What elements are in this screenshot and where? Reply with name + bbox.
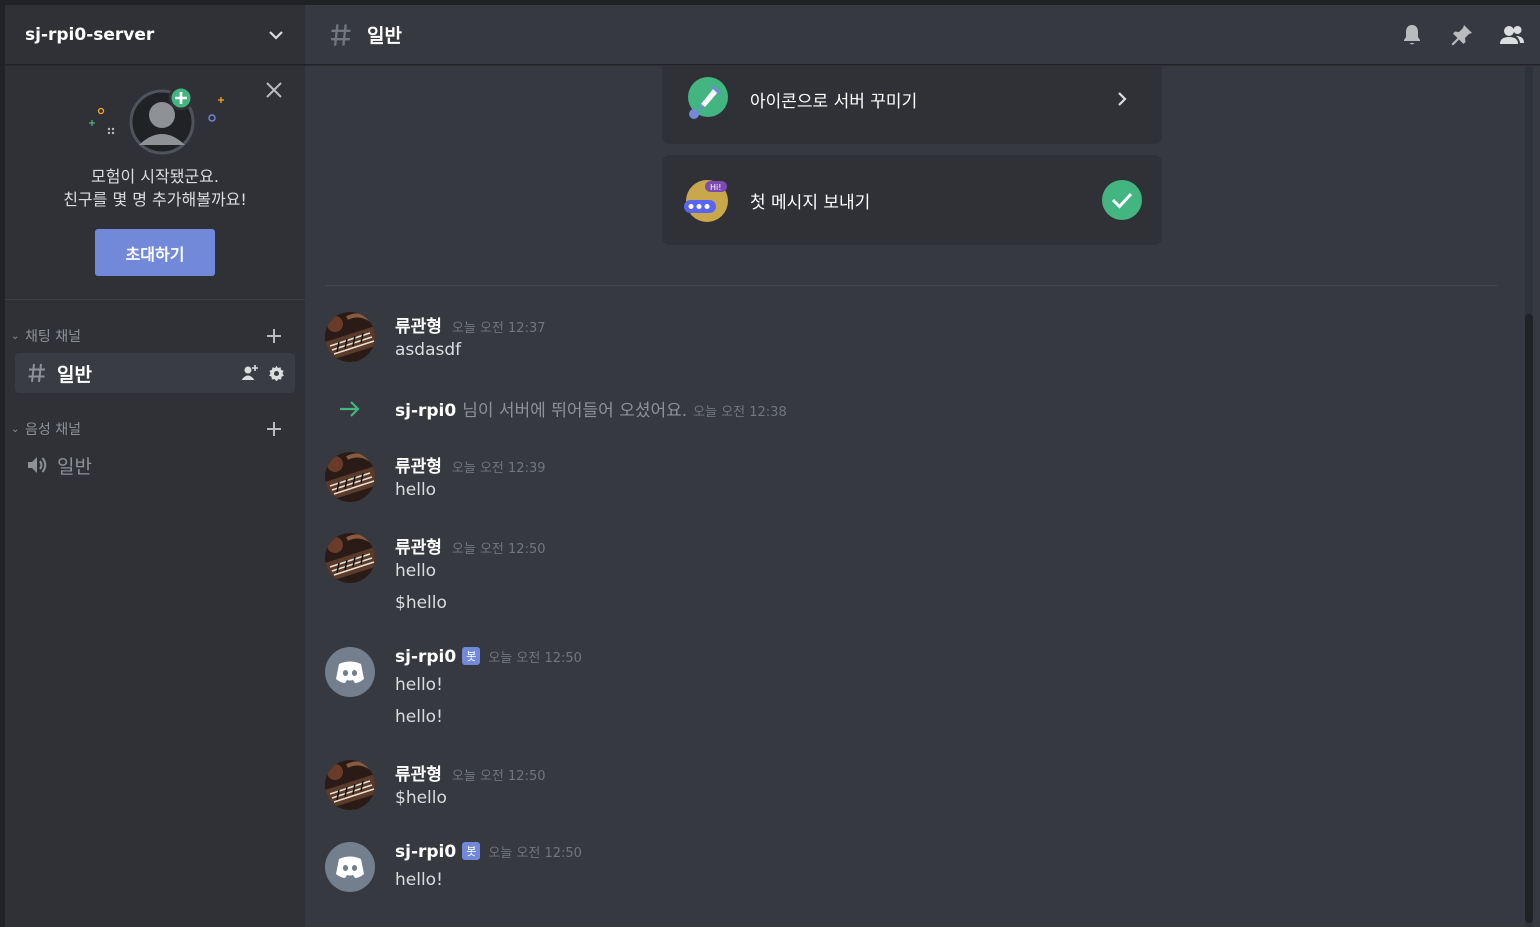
author-name[interactable]: sj-rpi0 [395,842,456,862]
channel-tools [241,353,285,393]
avatar[interactable] [325,312,375,362]
invite-line-1: 모험이 시작됐군요. [91,167,219,186]
add-member-icon[interactable] [241,364,259,382]
onboarding-label: 첫 메시지 보내기 [750,192,871,213]
paintbrush-icon [684,76,730,122]
timestamp: 오늘 오전 12:39 [451,461,546,476]
author-name[interactable]: 류관형 [395,312,442,337]
invite-button[interactable]: 초대하기 [95,229,215,276]
author-name[interactable]: 류관형 [395,452,442,477]
author-name[interactable]: 류관형 [395,533,442,558]
avatar[interactable] [325,760,375,810]
author-name[interactable]: 류관형 [395,760,442,785]
invite-illustration [75,85,235,155]
message-text: hello! [395,675,443,695]
svg-text:Hi!: Hi! [710,183,721,192]
invite-message: 모험이 시작됐군요. 친구를 몇 명 추가해볼까요! [5,165,305,211]
message-feed[interactable]: 아이콘으로 서버 꾸미기 Hi! 첫 메시지 보내기 류관형 오늘 오전 12:… [305,66,1540,927]
channel-text-general[interactable]: 일반 [15,353,295,393]
channel-title: 일반 [367,25,402,47]
avatar[interactable] [325,647,375,697]
scrollbar[interactable] [1525,66,1533,927]
channel-voice-general[interactable]: 일반 [15,445,295,485]
message-text: hello [395,561,437,581]
timestamp: 오늘 오전 12:50 [451,542,546,557]
join-text: sj-rpi0 님이 서버에 뛰어들어 오셨어요. 오늘 오전 12:38 [395,396,787,421]
message-header: 류관형 오늘 오전 12:37 [395,312,546,337]
close-icon[interactable] [263,79,285,101]
channel-sidebar: sj-rpi0-server 모험이 시작됐군요. 친구를 몇 명 추가해볼까요… [5,5,305,927]
onboarding-label: 아이콘으로 서버 꾸미기 [750,91,918,112]
timestamp: 오늘 오전 12:50 [488,651,582,666]
chevron-down-icon: ⌄ [11,330,20,342]
invite-line-2: 친구를 몇 명 추가해볼까요! [63,190,247,209]
category-voice-channels[interactable]: ⌄ 음성 채널 [5,417,305,441]
author-name[interactable]: sj-rpi0 [395,647,456,667]
bot-tag: 봇 [462,842,481,860]
section-divider [325,285,1498,286]
header-toolbar [1398,5,1526,65]
message-text: hello [395,480,437,500]
join-message: 님이 서버에 뛰어들어 오셨어요. [462,401,688,421]
message-header: 류관형 오늘 오전 12:50 [395,760,546,785]
join-username[interactable]: sj-rpi0 [395,401,456,421]
message-text: hello! [395,707,443,727]
timestamp: 오늘 오전 12:50 [451,769,546,784]
avatar[interactable] [325,452,375,502]
server-header[interactable]: sj-rpi0-server [5,5,305,65]
checkmark-icon [1102,180,1142,220]
message-text: asdasdf [395,340,462,360]
channel-name: 일반 [57,363,92,386]
message-header: sj-rpi0 봇 오늘 오전 12:50 [395,842,582,862]
timestamp: 오늘 오전 12:38 [693,405,787,420]
avatar[interactable] [325,842,375,892]
timestamp: 오늘 오전 12:37 [451,321,546,336]
members-icon[interactable] [1498,21,1526,49]
bot-tag: 봇 [462,647,481,665]
plus-icon[interactable] [263,324,285,348]
chevron-down-icon[interactable] [267,26,285,44]
plus-icon[interactable] [263,417,285,441]
category-label: 음성 채널 [25,422,81,438]
message-header: 류관형 오늘 오전 12:50 [395,533,546,558]
pin-icon[interactable] [1448,21,1476,49]
avatar[interactable] [325,533,375,583]
hash-icon [327,21,355,49]
speaker-icon [25,453,49,477]
chevron-down-icon: ⌄ [11,423,20,435]
onboarding-card-first-message[interactable]: Hi! 첫 메시지 보내기 [662,155,1162,245]
channel-name: 일반 [57,455,92,478]
message-header: sj-rpi0 봇 오늘 오전 12:50 [395,647,582,667]
category-label: 채팅 채널 [25,329,81,345]
chat-main: 일반 아이콘으로 서버 꾸미기 Hi! 첫 메시지 보내기 류관형 오늘 오전 … [305,5,1540,927]
bell-icon[interactable] [1398,21,1426,49]
chat-bubble-icon: Hi! [684,177,730,223]
hash-icon [25,361,49,385]
gear-icon[interactable] [267,364,285,382]
timestamp: 오늘 오전 12:50 [488,846,582,861]
server-name: sj-rpi0-server [25,24,155,45]
scrollbar-thumb[interactable] [1525,314,1533,923]
chevron-right-icon [1102,79,1142,119]
message-text: hello! [395,870,443,890]
message-header: 류관형 오늘 오전 12:39 [395,452,546,477]
invite-prompt: 모험이 시작됐군요. 친구를 몇 명 추가해볼까요! 초대하기 [5,65,305,300]
discord-app: sj-rpi0-server 모험이 시작됐군요. 친구를 몇 명 추가해볼까요… [5,5,1540,927]
onboarding-card-server-icon[interactable]: 아이콘으로 서버 꾸미기 [662,66,1162,144]
category-text-channels[interactable]: ⌄ 채팅 채널 [5,324,305,348]
channel-header: 일반 [305,5,1540,65]
message-text: $hello [395,788,447,808]
message-text: $hello [395,593,447,613]
arrow-right-icon [337,396,363,422]
